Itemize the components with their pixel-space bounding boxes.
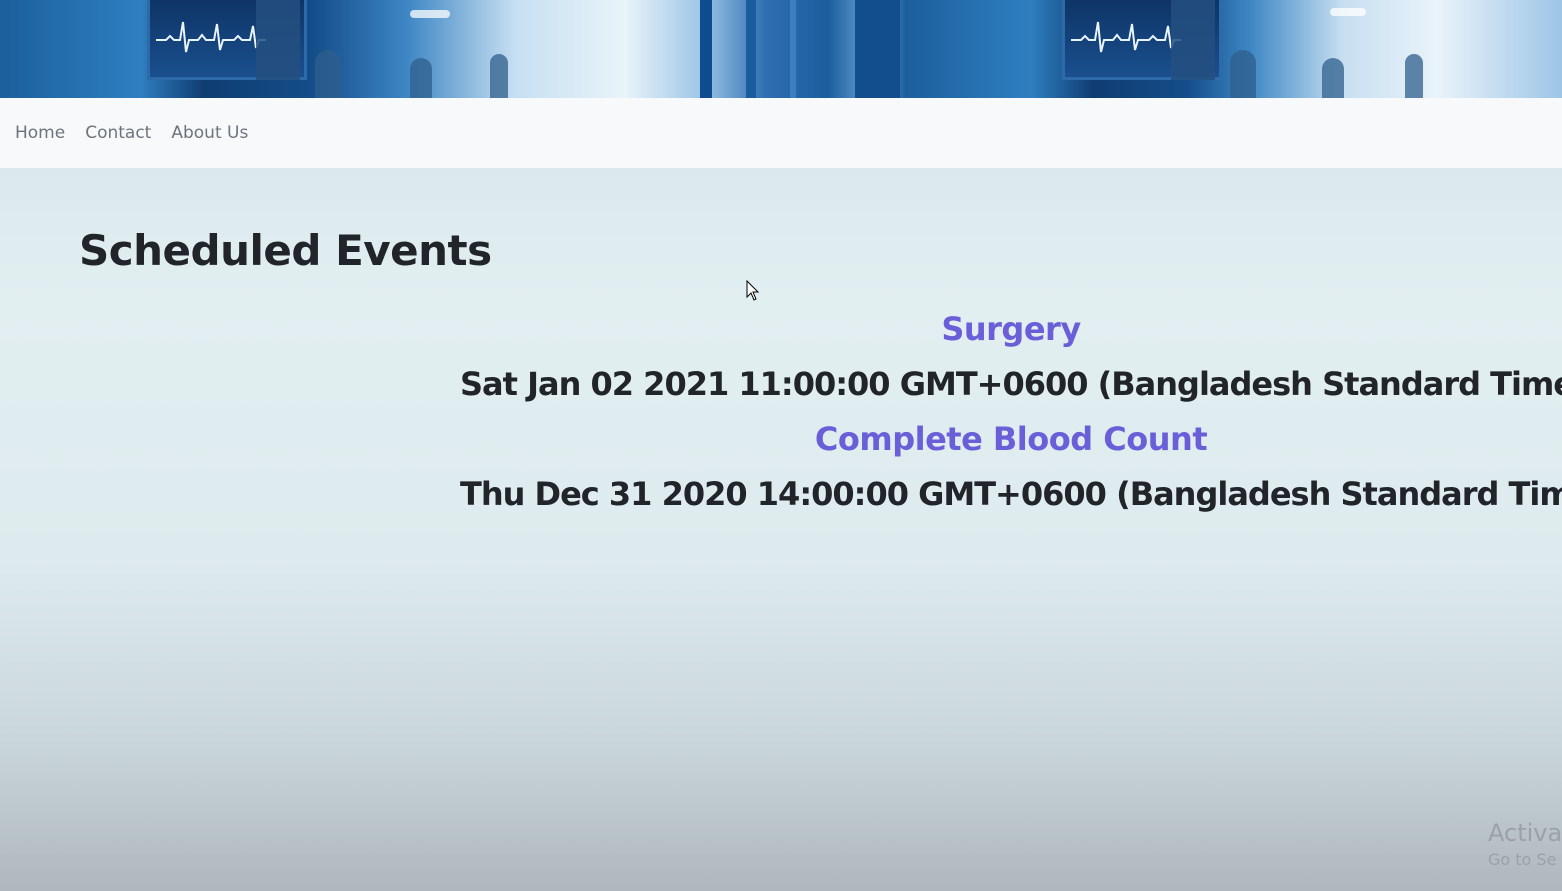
event-name: Surgery	[941, 310, 1081, 348]
nav-link-home[interactable]: Home	[15, 123, 65, 143]
page-title: Scheduled Events	[79, 226, 492, 275]
events-list: Surgery Sat Jan 02 2021 11:00:00 GMT+060…	[460, 302, 1562, 522]
person-figure-graphic	[410, 58, 432, 98]
person-figure-graphic	[1230, 50, 1256, 98]
pillar-graphic	[790, 0, 796, 98]
watermark-line: Activat	[1488, 819, 1562, 847]
pillar-graphic	[700, 0, 712, 98]
monitor-panel-graphic	[256, 0, 300, 80]
navbar: Home Contact About Us	[0, 98, 1562, 168]
ceiling-light-graphic	[1330, 8, 1366, 16]
activation-watermark: Activat Go to Se	[1488, 818, 1562, 872]
header-banner-image	[0, 0, 1562, 98]
nav-link-about-us[interactable]: About Us	[171, 123, 248, 143]
event-date: Thu Dec 31 2020 14:00:00 GMT+0600 (Bangl…	[460, 475, 1562, 513]
event-name: Complete Blood Count	[814, 420, 1208, 458]
person-figure-graphic	[315, 50, 341, 98]
mouse-cursor-icon	[746, 280, 760, 301]
event-date: Sat Jan 02 2021 11:00:00 GMT+0600 (Bangl…	[460, 365, 1562, 403]
pillar-graphic	[855, 0, 900, 98]
person-figure-graphic	[1405, 54, 1423, 98]
nav-link-contact[interactable]: Contact	[85, 123, 151, 143]
pillar-graphic	[746, 0, 756, 98]
event-item: Complete Blood Count Thu Dec 31 2020 14:…	[460, 412, 1562, 522]
ceiling-light-graphic	[410, 10, 450, 18]
event-item: Surgery Sat Jan 02 2021 11:00:00 GMT+060…	[460, 302, 1562, 412]
monitor-panel-graphic	[1171, 0, 1215, 80]
watermark-line: Go to Se	[1488, 850, 1557, 869]
person-figure-graphic	[1322, 58, 1344, 98]
person-figure-graphic	[490, 54, 508, 98]
